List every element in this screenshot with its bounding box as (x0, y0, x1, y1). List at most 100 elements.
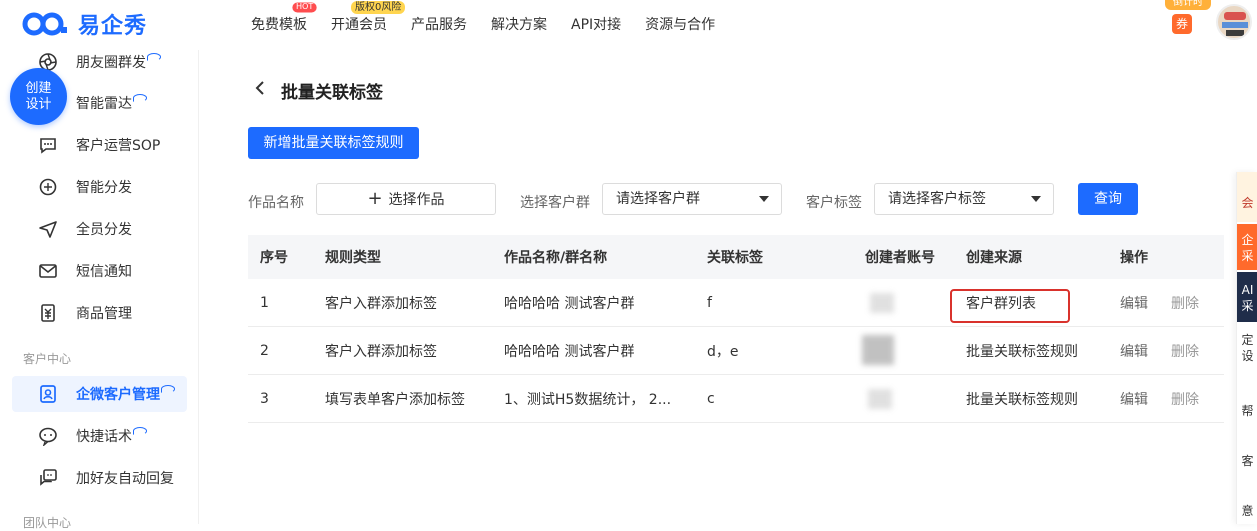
copyright-badge: 版权0风险 (351, 1, 406, 14)
chevron-down-icon (759, 196, 769, 202)
header-cell: 关联标签 (707, 250, 763, 266)
nav-free-templates[interactable]: 免费模板 HOT (251, 2, 317, 34)
sidebar-item-label: 短信通知 (76, 264, 132, 280)
header-cell: 操作 (1120, 250, 1148, 266)
table-row: 1 客户入群添加标签 哈哈哈哈 测试客户群 f 客户群列表 编辑 删除 (248, 279, 1224, 327)
rule-type: 客户入群添加标签 (325, 295, 437, 312)
distribute-icon (37, 176, 59, 198)
chat-icon (37, 134, 59, 156)
rail-help[interactable]: 帮 (1237, 384, 1257, 424)
header-cell: 作品名称/群名称 (504, 250, 608, 266)
header-cell: 创建来源 (966, 250, 1022, 266)
group-filter-label: 选择客户群 (520, 195, 590, 211)
right-float-rail: 会 企 采 AI 采 定 设 帮 客 意 (1236, 172, 1257, 524)
rail-ai[interactable]: AI 采 (1237, 272, 1257, 322)
create-line-2: 设计 (25, 97, 52, 112)
row-number: 3 (260, 390, 269, 407)
edit-link[interactable]: 编辑 (1120, 389, 1148, 409)
group-select[interactable]: 请选择客户群 (602, 183, 782, 215)
creator-account-redacted (868, 389, 892, 409)
nav-label: 开通会员 (331, 17, 387, 33)
plus-icon: + (367, 188, 383, 209)
row-number: 2 (260, 342, 269, 359)
source: 客户群列表 (966, 295, 1036, 312)
sidebar-item-sop[interactable]: 客户运营SOP (12, 127, 187, 163)
rail-custom[interactable]: 定 设 (1237, 332, 1257, 372)
query-button[interactable]: 查询 (1078, 183, 1138, 215)
work-name: 哈哈哈哈 测试客户群 (504, 295, 635, 312)
logo-mark-icon (22, 9, 76, 39)
create-line-1: 创建 (25, 81, 52, 96)
delete-link[interactable]: 删除 (1171, 389, 1199, 409)
main-content: 批量关联标签 新增批量关联标签规则 作品名称 + 选择作品 选择客户群 请选择客户… (199, 50, 1231, 524)
brand-name: 易企秀 (78, 14, 148, 39)
edit-link[interactable]: 编辑 (1120, 341, 1148, 361)
table-row: 3 填写表单客户添加标签 1、测试H5数据统计， 2... c 批量关联标签规则… (248, 375, 1224, 423)
rule-type: 客户入群添加标签 (325, 343, 437, 360)
header-cell: 创建者账号 (865, 250, 935, 266)
send-icon (37, 218, 59, 240)
avatar[interactable] (1216, 4, 1252, 40)
nav-label: 解决方案 (491, 17, 547, 33)
logo[interactable]: 易企秀 (22, 8, 147, 40)
work-name: 1、测试H5数据统计， 2... (504, 391, 672, 408)
nav-solutions[interactable]: 解决方案 (491, 14, 547, 34)
creator-account-redacted (862, 335, 894, 365)
sidebar-item-label: 商品管理 (76, 306, 132, 322)
select-work-button[interactable]: + 选择作品 (316, 183, 496, 215)
rail-enterprise[interactable]: 企 采 (1237, 224, 1257, 270)
group-select-value: 请选择客户群 (616, 191, 700, 207)
sidebar-item-sms[interactable]: 短信通知 (12, 253, 187, 289)
create-design-button[interactable]: 创建 设计 (10, 68, 67, 125)
ai-spark-icon (133, 427, 147, 435)
source: 批量关联标签规则 (966, 391, 1078, 408)
mail-icon (37, 260, 59, 282)
delete-link[interactable]: 删除 (1171, 293, 1199, 313)
tag-filter-label: 客户标签 (806, 195, 862, 211)
tag-select[interactable]: 请选择客户标签 (874, 183, 1054, 215)
back-icon[interactable] (254, 78, 266, 103)
user-card-icon (37, 383, 59, 405)
auto-reply-icon (37, 467, 59, 489)
tags: d，e (707, 343, 739, 360)
sidebar-item-label: 朋友圈群发 (76, 55, 146, 71)
header-cell: 序号 (260, 250, 288, 266)
source: 批量关联标签规则 (966, 343, 1078, 360)
ai-spark-icon (133, 94, 147, 102)
page-title: 批量关联标签 (281, 83, 383, 103)
main-nav: 免费模板 HOT 开通会员 版权0风险 产品服务 解决方案 API对接 资源与合… (251, 1, 739, 34)
delete-link[interactable]: 删除 (1171, 341, 1199, 361)
nav-api[interactable]: API对接 (571, 14, 621, 34)
sidebar-item-wecom-customers[interactable]: 企微客户管理 (12, 376, 187, 412)
sidebar-item-label: 企微客户管理 (76, 387, 160, 403)
edit-link[interactable]: 编辑 (1120, 293, 1148, 313)
nav-label: 产品服务 (411, 17, 467, 33)
chevron-down-icon (1031, 196, 1041, 202)
rules-table: 序号 规则类型 作品名称/群名称 关联标签 创建者账号 创建来源 操作 1 客户… (248, 235, 1224, 423)
rail-feedback[interactable]: 意 (1237, 484, 1257, 524)
rail-service[interactable]: 客 (1237, 434, 1257, 474)
sidebar-item-goods[interactable]: 商品管理 (12, 295, 187, 331)
header-cell: 规则类型 (325, 250, 381, 266)
add-rule-button[interactable]: 新增批量关联标签规则 (248, 127, 419, 159)
sidebar-item-label: 加好友自动回复 (76, 471, 174, 487)
sidebar-item-quick-reply[interactable]: 快捷话术 (12, 418, 187, 454)
sidebar-item-smart-distribute[interactable]: 智能分发 (12, 169, 187, 205)
coupon-icon[interactable]: 券 (1172, 14, 1192, 34)
quick-reply-icon (37, 425, 59, 447)
nav-products[interactable]: 产品服务 (411, 14, 467, 34)
sidebar-item-auto-reply[interactable]: 加好友自动回复 (12, 460, 187, 496)
sidebar-item-label: 快捷话术 (76, 429, 132, 445)
table-row: 2 客户入群添加标签 哈哈哈哈 测试客户群 d，e 批量关联标签规则 编辑 删除 (248, 327, 1224, 375)
nav-membership[interactable]: 开通会员 版权0风险 (331, 1, 406, 34)
sidebar-item-all-distribute[interactable]: 全员分发 (12, 211, 187, 247)
rail-member[interactable]: 会 (1237, 172, 1257, 222)
nav-resources[interactable]: 资源与合作 (645, 14, 715, 34)
sidebar-item-label: 全员分发 (76, 222, 132, 238)
countdown-badge: 倒计时 (1165, 0, 1211, 10)
sidebar-item-label: 智能分发 (76, 180, 132, 196)
tag-select-value: 请选择客户标签 (888, 191, 986, 207)
goods-icon (37, 302, 59, 324)
table-header: 序号 规则类型 作品名称/群名称 关联标签 创建者账号 创建来源 操作 (248, 235, 1224, 279)
tags: c (707, 390, 715, 407)
